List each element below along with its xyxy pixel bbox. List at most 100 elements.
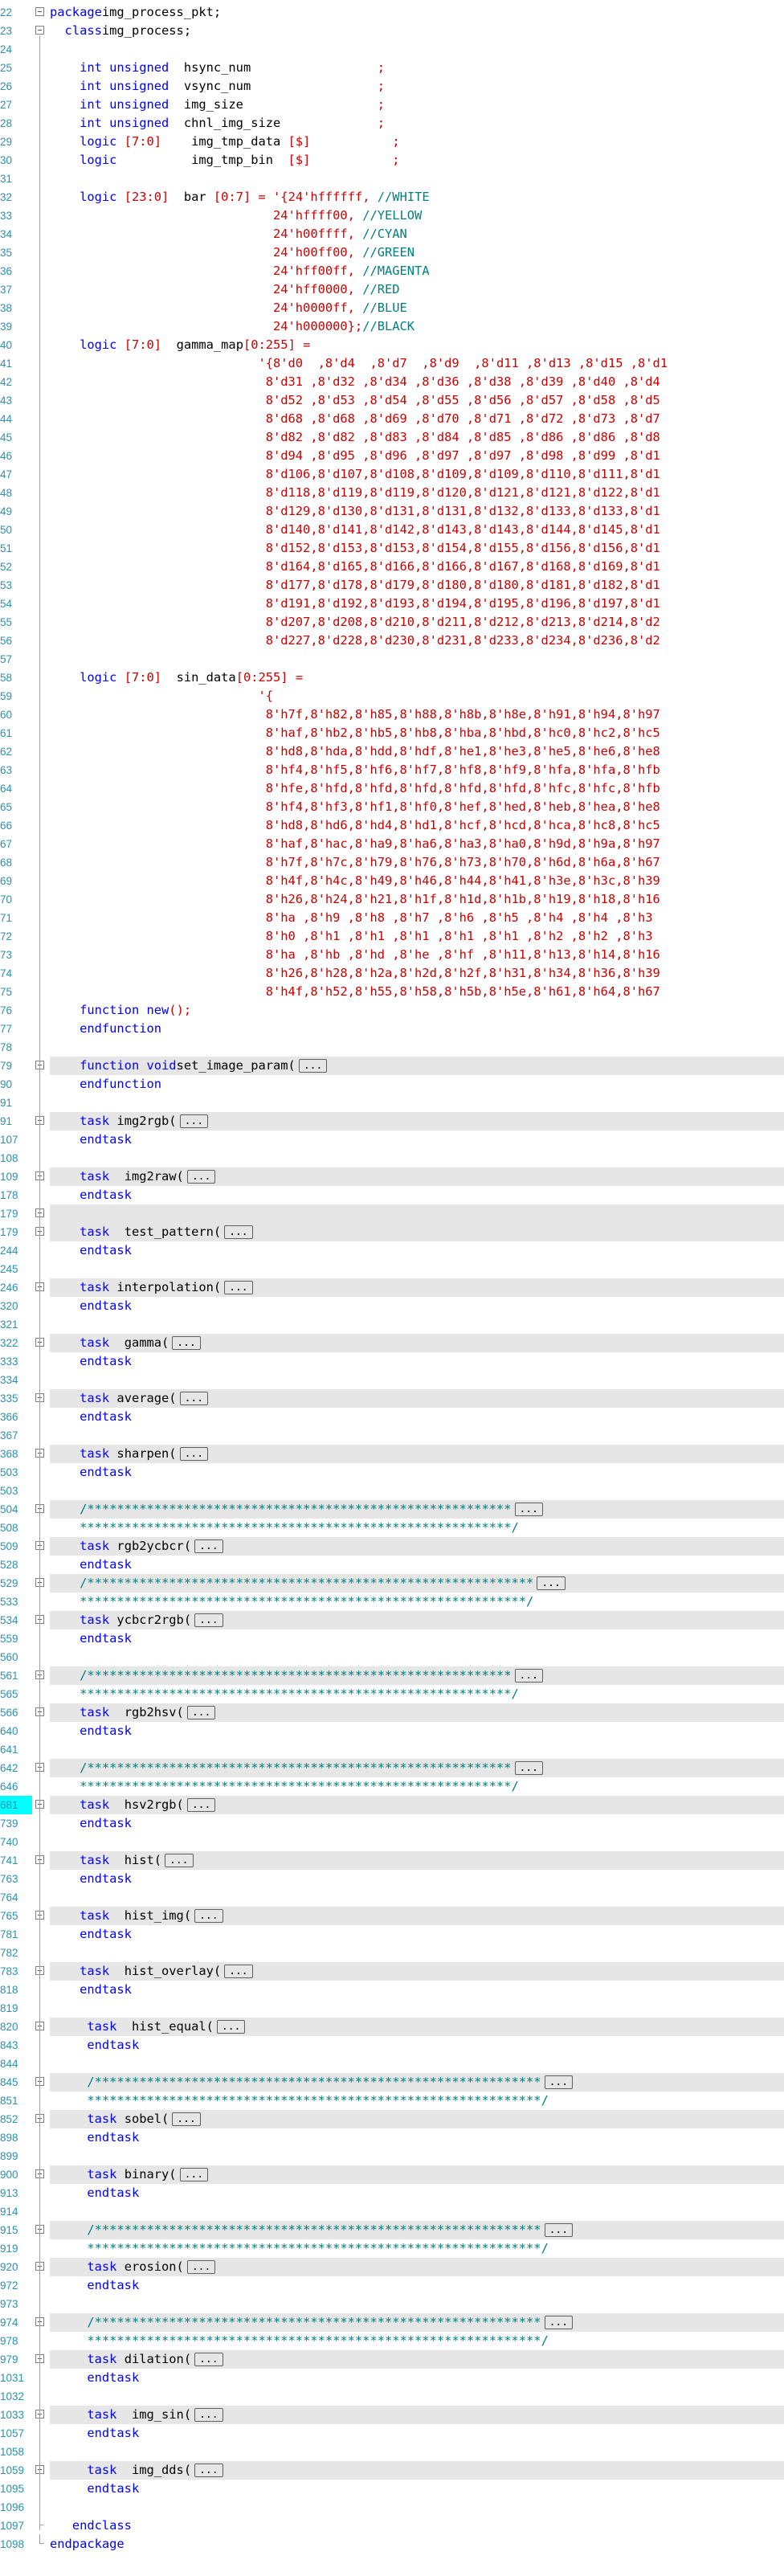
code-line[interactable]: 41 '{8'd0 ,8'd4 ,8'd7 ,8'd9 ,8'd11 ,8'd1…	[0, 354, 784, 373]
code-line[interactable]: 28 int unsigned chnl_img_size ;	[0, 114, 784, 133]
code-line[interactable]: 503 endtask	[0, 1463, 784, 1482]
code-line[interactable]: 851 ************************************…	[0, 2091, 784, 2110]
code-line[interactable]: 56 8'd227,8'd228,8'd230,8'd231,8'd233,8'…	[0, 632, 784, 650]
code-line[interactable]: 368 task sharpen(...	[0, 1445, 784, 1463]
code-line[interactable]: 46 8'd94 ,8'd95 ,8'd96 ,8'd97 ,8'd97 ,8'…	[0, 447, 784, 465]
code-line[interactable]: 64 8'hfe,8'hfd,8'hfd,8'hfd,8'hfd,8'hfd,8…	[0, 779, 784, 798]
code-line[interactable]: 560	[0, 1648, 784, 1666]
code-line[interactable]: 245	[0, 1260, 784, 1278]
code-line[interactable]: 565 ************************************…	[0, 1685, 784, 1703]
collapsed-code-ellipsis[interactable]: ...	[194, 1613, 223, 1627]
code-line[interactable]: 61 8'haf,8'hb2,8'hb5,8'hb8,8'hba,8'hbd,8…	[0, 724, 784, 742]
code-line[interactable]: 26 int unsigned vsync_num ;	[0, 77, 784, 96]
code-line[interactable]: 852 task sobel(...	[0, 2110, 784, 2128]
collapsed-code-ellipsis[interactable]: ...	[544, 2223, 574, 2237]
code-line[interactable]: 1031 endtask	[0, 2369, 784, 2387]
code-line[interactable]: 77 endfunction	[0, 1020, 784, 1038]
code-line[interactable]: 322 task gamma(...	[0, 1334, 784, 1352]
collapsed-code-ellipsis[interactable]: ...	[298, 1059, 328, 1073]
code-line[interactable]: 333 endtask	[0, 1352, 784, 1371]
code-line[interactable]: 22 packageimg_process_pkt;	[0, 3, 784, 22]
collapsed-code-ellipsis[interactable]: ...	[186, 2260, 216, 2274]
collapsed-code-ellipsis[interactable]: ...	[537, 1576, 566, 1590]
fold-collapse-icon[interactable]	[35, 26, 44, 35]
code-line[interactable]: 48 8'd118,8'd119,8'd119,8'd120,8'd121,8'…	[0, 484, 784, 502]
code-line[interactable]: 79 function voidset_image_param(...	[0, 1057, 784, 1075]
code-line[interactable]: 34 24'h00ffff, //CYAN	[0, 225, 784, 243]
code-line[interactable]: 70 8'h26,8'h24,8'h21,8'h1f,8'h1d,8'h1b,8…	[0, 890, 784, 909]
code-line[interactable]: 107 endtask	[0, 1131, 784, 1149]
code-line[interactable]: 844	[0, 2055, 784, 2073]
code-line[interactable]: 1032	[0, 2387, 784, 2406]
code-line[interactable]: 534 task ycbcr2rgb(...	[0, 1611, 784, 1629]
code-line[interactable]: 76 function new();	[0, 1001, 784, 1020]
code-line[interactable]: 763 endtask	[0, 1870, 784, 1888]
code-line[interactable]: 765 task hist_img(...	[0, 1907, 784, 1925]
code-line[interactable]: 820 task hist_equal(...	[0, 2018, 784, 2036]
code-line[interactable]: 108	[0, 1149, 784, 1167]
code-line[interactable]: 503	[0, 1482, 784, 1500]
code-line[interactable]: 58 logic [7:0] sin_data[0:255] =	[0, 669, 784, 687]
code-line[interactable]: 508 ************************************…	[0, 1519, 784, 1537]
code-line[interactable]: 640 endtask	[0, 1722, 784, 1740]
collapsed-code-ellipsis[interactable]: ...	[224, 1281, 253, 1294]
code-line[interactable]: 1097 endclass	[0, 2516, 784, 2535]
code-line[interactable]: 91	[0, 1094, 784, 1112]
code-line[interactable]: 320 endtask	[0, 1297, 784, 1315]
code-line[interactable]: 972 endtask	[0, 2276, 784, 2295]
code-line[interactable]: 782	[0, 1944, 784, 1962]
code-line[interactable]: 78	[0, 1038, 784, 1057]
code-line[interactable]: 44 8'd68 ,8'd68 ,8'd69 ,8'd70 ,8'd71 ,8'…	[0, 410, 784, 428]
code-line[interactable]: 72 8'h0 ,8'h1 ,8'h1 ,8'h1 ,8'h1 ,8'h1 ,8…	[0, 927, 784, 946]
code-line[interactable]: 244 endtask	[0, 1241, 784, 1260]
code-line[interactable]: 42 8'd31 ,8'd32 ,8'd34 ,8'd36 ,8'd38 ,8'…	[0, 373, 784, 391]
code-line[interactable]: 29 logic [7:0] img_tmp_data [$] ;	[0, 133, 784, 151]
collapsed-code-ellipsis[interactable]: ...	[514, 1503, 543, 1516]
code-line[interactable]: 1059 task img_dds(...	[0, 2461, 784, 2480]
code-line[interactable]: 528 endtask	[0, 1556, 784, 1574]
fold-collapse-icon[interactable]	[35, 7, 44, 16]
code-line[interactable]: 109 task img2raw(...	[0, 1167, 784, 1186]
collapsed-code-ellipsis[interactable]: ...	[172, 2112, 201, 2126]
code-line[interactable]: 55 8'd207,8'd208,8'd210,8'd211,8'd212,8'…	[0, 613, 784, 632]
code-line[interactable]: 973	[0, 2295, 784, 2313]
code-line[interactable]: 899	[0, 2147, 784, 2165]
code-line[interactable]: 646 ************************************…	[0, 1777, 784, 1796]
code-line[interactable]: 71 8'ha ,8'h9 ,8'h8 ,8'h7 ,8'h6 ,8'h5 ,8…	[0, 909, 784, 927]
code-line[interactable]: 366 endtask	[0, 1408, 784, 1426]
code-line[interactable]: 335 task average(...	[0, 1389, 784, 1408]
code-line[interactable]: 59 '{	[0, 687, 784, 705]
code-line[interactable]: 979 task dilation(...	[0, 2350, 784, 2369]
code-editor[interactable]: 22 packageimg_process_pkt; 23 classimg_pro…	[0, 0, 784, 2576]
collapsed-code-ellipsis[interactable]: ...	[179, 1447, 209, 1461]
code-line[interactable]: 32 logic [23:0] bar [0:7] = '{24'hffffff…	[0, 188, 784, 206]
code-line[interactable]: 45 8'd82 ,8'd82 ,8'd83 ,8'd84 ,8'd85 ,8'…	[0, 428, 784, 447]
code-line[interactable]: 40 logic [7:0] gamma_map[0:255] =	[0, 336, 784, 354]
collapsed-code-ellipsis[interactable]: ...	[172, 1336, 201, 1350]
code-line[interactable]: 764	[0, 1888, 784, 1907]
code-line[interactable]: 642 /***********************************…	[0, 1759, 784, 1777]
code-line[interactable]: 39 24'h000000};//BLACK	[0, 317, 784, 336]
code-line[interactable]: 915 /***********************************…	[0, 2221, 784, 2239]
collapsed-code-ellipsis[interactable]: ...	[194, 1909, 223, 1923]
code-line[interactable]: 36 24'hff00ff, //MAGENTA	[0, 262, 784, 280]
code-line[interactable]: 30 logic img_tmp_bin [$] ;	[0, 151, 784, 170]
code-line[interactable]: 66 8'hd8,8'hd6,8'hd4,8'hd1,8'hcf,8'hcd,8…	[0, 816, 784, 835]
code-line[interactable]: 1095 endtask	[0, 2480, 784, 2498]
collapsed-code-ellipsis[interactable]: ...	[186, 1170, 216, 1184]
code-line[interactable]: 741 task hist(...	[0, 1851, 784, 1870]
code-line[interactable]: 51 8'd152,8'd153,8'd153,8'd154,8'd155,8'…	[0, 539, 784, 558]
code-line[interactable]: 57	[0, 650, 784, 669]
code-line[interactable]: 27 int unsigned img_size ;	[0, 96, 784, 114]
collapsed-code-ellipsis[interactable]: ...	[224, 1225, 253, 1239]
code-line[interactable]: 913 endtask	[0, 2184, 784, 2202]
code-line[interactable]: 529 /***********************************…	[0, 1574, 784, 1593]
code-line[interactable]: 978 ************************************…	[0, 2332, 784, 2350]
collapsed-code-ellipsis[interactable]: ...	[179, 2168, 209, 2181]
code-line[interactable]: 781 endtask	[0, 1925, 784, 1944]
code-line[interactable]: 75 8'h4f,8'h52,8'h55,8'h58,8'h5b,8'h5e,8…	[0, 983, 784, 1001]
collapsed-code-ellipsis[interactable]: ...	[544, 2075, 574, 2089]
code-line[interactable]: 53 8'd177,8'd178,8'd179,8'd180,8'd180,8'…	[0, 576, 784, 595]
code-line[interactable]: 60 8'h7f,8'h82,8'h85,8'h88,8'h8b,8'h8e,8…	[0, 705, 784, 724]
code-line[interactable]: 25 int unsigned hsync_num ;	[0, 59, 784, 77]
